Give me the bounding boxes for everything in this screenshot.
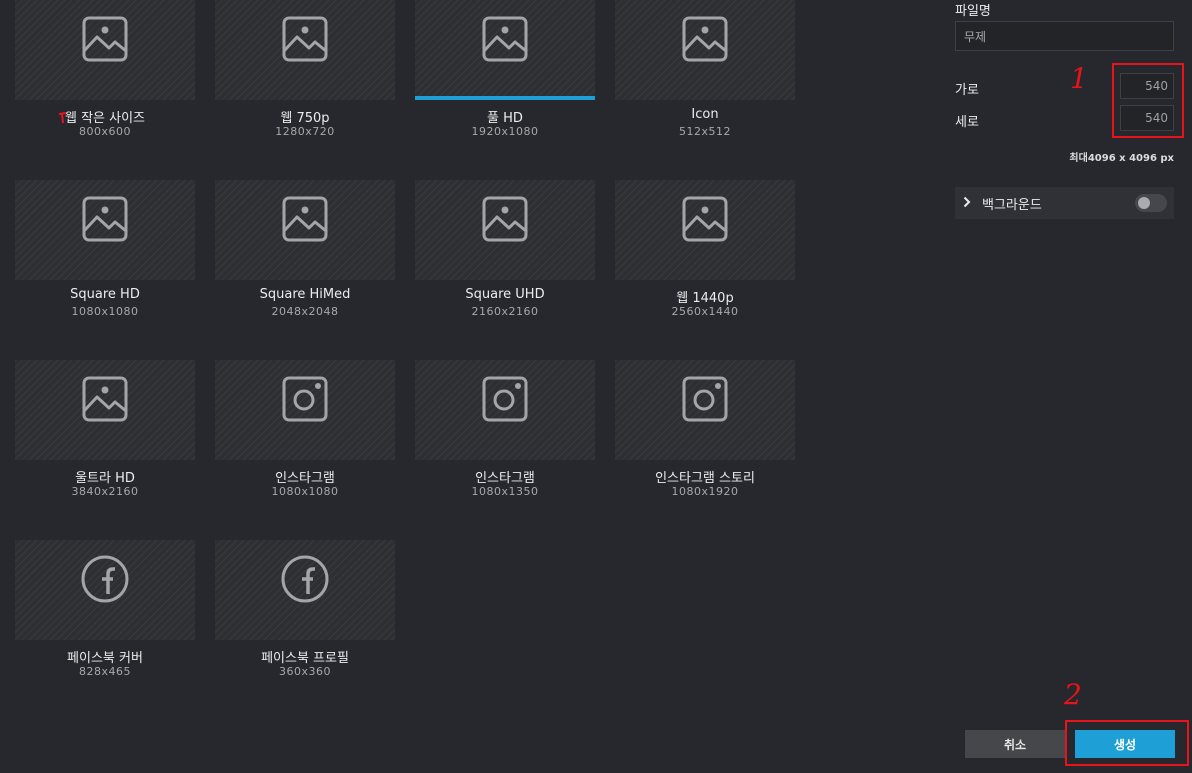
preset-thumbnail xyxy=(15,360,195,460)
image-icon xyxy=(682,16,728,62)
facebook-icon xyxy=(81,555,129,603)
preset-name: Square HD xyxy=(70,287,140,302)
chevron-right-icon xyxy=(963,196,971,208)
image-icon xyxy=(282,196,328,242)
preset-name: 풀 HD xyxy=(487,111,523,126)
annotation-box-create xyxy=(1065,720,1189,766)
preset-size: 3840x2160 xyxy=(71,485,139,498)
preset-size: 1080x1080 xyxy=(271,485,339,498)
background-label: 백그라운드 xyxy=(982,198,1042,213)
image-icon xyxy=(282,16,328,62)
preset-size: 1080x1920 xyxy=(671,485,739,498)
preset-size: 2048x2048 xyxy=(271,305,339,318)
preset-size: 1080x1080 xyxy=(71,305,139,318)
preset-thumbnail xyxy=(215,540,395,640)
instagram-icon xyxy=(282,376,328,422)
annotation-mark-2: 2 xyxy=(1064,678,1082,711)
preset-tile[interactable]: 페이스북 프로필 360x360 xyxy=(215,540,395,700)
image-icon xyxy=(482,16,528,62)
facebook-icon xyxy=(281,555,329,603)
preset-tile[interactable]: 인스타그램 스토리 1080x1920 xyxy=(615,360,795,520)
preset-tile[interactable]: 페이스북 커버 828x465 xyxy=(15,540,195,700)
preset-name: 웹 1440p xyxy=(676,291,734,306)
preset-name: 인스타그램 xyxy=(275,471,335,486)
preset-thumbnail xyxy=(15,0,195,100)
preset-tile[interactable]: 웹 1440p 2560x1440 xyxy=(615,180,795,340)
filename-label: 파일명 xyxy=(955,4,991,19)
selected-indicator xyxy=(415,96,595,100)
filename-input[interactable] xyxy=(955,21,1174,51)
preset-size: 360x360 xyxy=(278,665,331,678)
image-icon xyxy=(82,196,128,242)
preset-thumbnail xyxy=(415,0,595,100)
annotation-box-size-inputs xyxy=(1112,63,1184,138)
annotation-cursor-mark xyxy=(58,112,67,124)
preset-tile[interactable]: 웹 작은 사이즈 800x600 xyxy=(15,0,195,160)
preset-thumbnail xyxy=(415,360,595,460)
preset-tile[interactable]: Square UHD 2160x2160 xyxy=(415,180,595,340)
preset-name: 페이스북 커버 xyxy=(67,651,143,666)
height-label: 세로 xyxy=(955,115,979,130)
preset-name: 페이스북 프로필 xyxy=(261,651,349,666)
image-icon xyxy=(82,16,128,62)
cancel-button[interactable]: 취소 xyxy=(965,730,1065,758)
preset-size: 512x512 xyxy=(678,125,731,138)
image-icon xyxy=(482,196,528,242)
new-document-dialog: 웹 작은 사이즈 800x600 웹 750p 1280x720 풀 HD 1920x10… xyxy=(0,0,1192,773)
preset-thumbnail xyxy=(615,180,795,280)
annotation-mark-1: 1 xyxy=(1070,62,1088,95)
preset-name: 인스타그램 xyxy=(475,471,535,486)
preset-size: 2160x2160 xyxy=(471,305,539,318)
toggle-knob xyxy=(1138,197,1150,209)
preset-tile[interactable]: 울트라 HD 3840x2160 xyxy=(15,360,195,520)
preset-name: 웹 750p xyxy=(280,111,330,126)
preset-name: Square UHD xyxy=(465,287,545,302)
instagram-icon xyxy=(682,376,728,422)
preset-tile[interactable]: Square HiMed 2048x2048 xyxy=(215,180,395,340)
preset-name: 울트라 HD xyxy=(75,471,135,486)
preset-name: 웹 작은 사이즈 xyxy=(64,111,146,126)
preset-tile[interactable]: Icon 512x512 xyxy=(615,0,795,160)
preset-thumbnail xyxy=(15,180,195,280)
preset-name: Square HiMed xyxy=(259,287,351,302)
preset-thumbnail xyxy=(615,0,795,100)
preset-tile[interactable]: Square HD 1080x1080 xyxy=(15,180,195,340)
preset-size: 800x600 xyxy=(78,125,131,138)
instagram-icon xyxy=(482,376,528,422)
preset-tile[interactable]: 웹 750p 1280x720 xyxy=(215,0,395,160)
width-label: 가로 xyxy=(955,83,979,98)
preset-tile[interactable]: 인스타그램 1080x1080 xyxy=(215,360,395,520)
image-icon xyxy=(82,376,128,422)
preset-name: 인스타그램 스토리 xyxy=(655,471,755,486)
preset-size: 2560x1440 xyxy=(671,305,739,318)
background-section-header[interactable]: 백그라운드 xyxy=(955,187,1174,219)
preset-size: 1280x720 xyxy=(275,125,335,138)
image-icon xyxy=(682,196,728,242)
preset-thumbnail xyxy=(415,180,595,280)
preset-thumbnail xyxy=(615,360,795,460)
preset-thumbnail xyxy=(215,360,395,460)
preset-thumbnail xyxy=(215,180,395,280)
preset-size: 1080x1350 xyxy=(471,485,539,498)
preset-tile[interactable]: 인스타그램 1080x1350 xyxy=(415,360,595,520)
background-toggle[interactable] xyxy=(1135,194,1167,212)
preset-size: 1920x1080 xyxy=(471,125,539,138)
preset-thumbnail xyxy=(15,540,195,640)
preset-size: 828x465 xyxy=(78,665,131,678)
preset-name: Icon xyxy=(691,107,719,122)
preset-thumbnail xyxy=(215,0,395,100)
max-size-note: 최대4096 x 4096 px xyxy=(1069,153,1174,164)
preset-tile[interactable]: 풀 HD 1920x1080 xyxy=(415,0,595,160)
